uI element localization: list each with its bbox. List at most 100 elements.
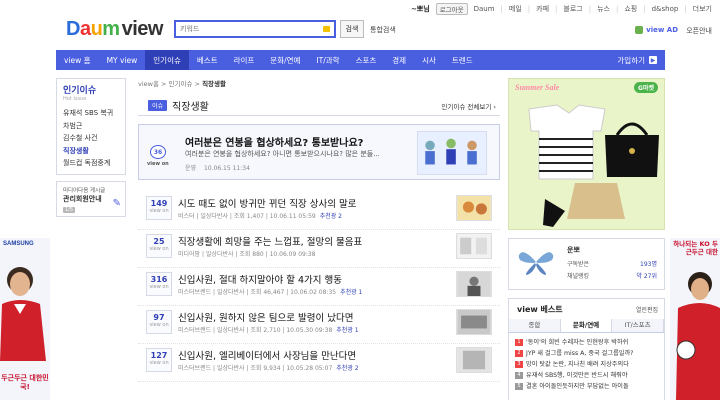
post-row[interactable]: 97 view on 신입사원, 원하지 않은 팀으로 발령이 났다면 미스터브랜…	[138, 306, 500, 344]
breadcrumb: view홈 > 인기이슈 > 직장생활	[138, 80, 226, 88]
blogger-name[interactable]: 운뽀	[567, 245, 580, 255]
breadcrumb-item[interactable]: 인기이슈	[169, 80, 193, 88]
post-recommenders[interactable]: 추천광 1	[340, 289, 362, 296]
logout-button[interactable]: 로그아웃	[435, 3, 468, 15]
nav-join-button[interactable]: 가입하기 ▶	[609, 50, 665, 70]
left-side-ad[interactable]: SAMSUNG 두근두근 대한민국!	[0, 238, 50, 400]
open-edit-link[interactable]: 열린편집	[636, 305, 658, 314]
daum-view-logo[interactable]: Daum view	[66, 18, 163, 41]
post-title[interactable]: 신입사원, 절대 하지말아야 할 4가지 행동	[178, 272, 342, 286]
gmarket-summer-sale-ad[interactable]: Summer Sale G마켓	[508, 78, 665, 230]
view-ad-link[interactable]: view AD	[635, 26, 678, 34]
post-meta: 미스터브랜드 | 일상다반사 | 조회 46,467 | 10.06.02 08…	[178, 287, 362, 296]
post-title[interactable]: 신입사원, 원하지 않은 팀으로 발령이 났다면	[178, 310, 353, 324]
view-on-label: view on	[149, 322, 169, 328]
tab-it-sports[interactable]: IT/스포츠	[612, 319, 665, 332]
list-item[interactable]: 1 '동이'의 희빈 수레자는 인현왕후 박하쉬	[515, 337, 661, 348]
view-ad-guide-link[interactable]: 오픈안내	[686, 26, 712, 36]
search-button[interactable]: 검색	[340, 20, 364, 38]
search-dropdown-icon[interactable]	[323, 26, 330, 32]
sidebar-item-worldcup[interactable]: 월드컵 독점중계	[63, 157, 119, 170]
nav-culture[interactable]: 문화/연예	[262, 50, 308, 70]
util-divider: |	[500, 5, 503, 13]
view-on-count: 36	[150, 145, 166, 159]
nav-life[interactable]: 라이프	[226, 50, 263, 70]
util-link-cafe[interactable]: 카페	[536, 4, 549, 14]
view-on-counter[interactable]: 25 view on	[146, 234, 172, 258]
list-item[interactable]: 3 망이 탓값 논란, 지나친 배려 지상주의다	[515, 359, 661, 370]
view-on-counter[interactable]: 316 view on	[146, 272, 172, 296]
post-recommenders[interactable]: 추천광 2	[336, 365, 358, 372]
nav-view-home[interactable]: view 홈	[56, 50, 99, 70]
post-thumbnail[interactable]	[456, 347, 492, 373]
samsung-logo: SAMSUNG	[3, 241, 34, 247]
search-input[interactable]	[180, 25, 334, 33]
sidebar-item-cha-bumkun[interactable]: 차범근	[63, 120, 119, 133]
view-on-counter[interactable]: 97 view on	[146, 310, 172, 334]
util-link-shopping[interactable]: 쇼핑	[624, 4, 637, 14]
member-guide-box[interactable]: 미디어다음 게시글 관리회원안내 ✎ 1/5	[56, 180, 126, 217]
post-title[interactable]: 직장생활에 희망을 주는 느껍표, 절망의 물음표	[178, 234, 362, 248]
post-thumbnail[interactable]	[456, 233, 492, 259]
list-item[interactable]: 4 유재석 SBS행, 이것만은 반드시 해줘야	[515, 370, 661, 381]
list-item[interactable]: 2 JYP 새 걸그룹 miss A, 중국 걸그룹일까?	[515, 348, 661, 359]
issue-badge: 이슈	[148, 100, 168, 111]
sidebar-item-work-life[interactable]: 직장생활	[63, 145, 119, 158]
nav-current-affairs[interactable]: 시사	[414, 50, 444, 70]
tab-culture[interactable]: 문화/연예	[560, 319, 613, 332]
tab-overall[interactable]: 종합	[509, 319, 561, 332]
sidebar-item-yoo-jaeseok[interactable]: 유재석 SBS 복귀	[63, 107, 119, 120]
post-meta: 미디어팜 | 일상다반사 | 조회 880 | 10.06.09 09:38	[178, 249, 320, 258]
view-on-counter[interactable]: 36 view on	[147, 137, 169, 167]
post-thumbnail[interactable]	[456, 271, 492, 297]
right-side-ad[interactable]: 하나되는 KO 두근두근 대한	[670, 238, 720, 400]
channel-rank-label: 채널랭킹	[567, 273, 590, 280]
featured-author[interactable]: 운영	[185, 165, 196, 172]
util-link-news[interactable]: 뉴스	[597, 4, 610, 14]
list-item[interactable]: 5 결혼 아이돌인듯하지만 부담없는 아이돌	[515, 381, 661, 392]
util-link-more[interactable]: 더보기	[693, 4, 712, 14]
rank-number: 4	[515, 371, 523, 379]
butterfly-avatar[interactable]	[517, 247, 555, 277]
util-link-daum[interactable]: Daum	[474, 5, 495, 13]
breadcrumb-item[interactable]: view홈	[138, 80, 159, 88]
view-on-counter[interactable]: 127 view on	[146, 348, 172, 372]
sidebar-item-case[interactable]: 김수철 사건	[63, 132, 119, 145]
util-link-blog[interactable]: 블로그	[563, 4, 582, 14]
post-thumbnail[interactable]	[456, 195, 492, 221]
nav-sports[interactable]: 스포츠	[348, 50, 385, 70]
view-on-label: view on	[149, 208, 169, 214]
nav-join-label: 가입하기	[617, 55, 645, 65]
util-divider: |	[555, 5, 558, 13]
right-column: Summer Sale G마켓 운뽀 구독받은 193명 채널랭킹 약 27위 vi…	[508, 78, 665, 400]
post-recommenders[interactable]: 추천광 2	[320, 213, 342, 220]
util-divider: |	[527, 5, 531, 13]
fashion-ad-image	[509, 79, 664, 229]
post-thumbnail[interactable]	[456, 309, 492, 335]
nav-economy[interactable]: 경제	[384, 50, 414, 70]
post-list: 149 view on 시도 때도 없이 방귀만 뀌던 직장 상사의 말로 비스터…	[138, 192, 500, 382]
logo-view: view	[121, 18, 164, 40]
post-row[interactable]: 149 view on 시도 때도 없이 방귀만 뀌던 직장 상사의 말로 비스터…	[138, 192, 500, 230]
post-row[interactable]: 127 view on 신입사원, 엘리베이터에서 사장님을 만난다면 미스터브랜…	[138, 344, 500, 382]
view-all-label: 인기이슈 전체보기	[441, 103, 492, 111]
util-link-dshop[interactable]: d&shop	[652, 5, 679, 13]
post-recommenders[interactable]: 추천광 1	[336, 327, 358, 334]
featured-title[interactable]: 여러분은 연봉을 협상하세요? 통보받나요?	[185, 134, 363, 149]
post-row[interactable]: 25 view on 직장생활에 희망을 주는 느껍표, 절망의 물음표 미디어팜…	[138, 230, 500, 268]
nav-my-view[interactable]: MY view	[99, 50, 146, 70]
gmarket-logo: G마켓	[634, 82, 658, 93]
nav-trend[interactable]: 트렌드	[444, 50, 481, 70]
integrated-search-link[interactable]: 통합검색	[370, 25, 396, 35]
nav-best[interactable]: 베스트	[189, 50, 226, 70]
post-row[interactable]: 316 view on 신입사원, 절대 하지말아야 할 4가지 행동 미스터브랜…	[138, 268, 500, 306]
view-on-counter[interactable]: 149 view on	[146, 196, 172, 220]
view-all-link[interactable]: 인기이슈 전체보기 ›	[441, 101, 496, 111]
nav-it-science[interactable]: IT/과학	[308, 50, 347, 70]
post-title[interactable]: 시도 때도 없이 방귀만 뀌던 직장 상사의 말로	[178, 196, 356, 210]
util-divider: |	[588, 5, 592, 13]
util-link-mail[interactable]: 메일	[509, 4, 522, 14]
nav-hot-issue[interactable]: 인기이슈	[145, 50, 189, 70]
post-title[interactable]: 신입사원, 엘리베이터에서 사장님을 만난다면	[178, 348, 356, 362]
featured-post[interactable]: 36 view on 여러분은 연봉을 협상하세요? 통보받나요? 여러분은 연…	[138, 124, 500, 180]
